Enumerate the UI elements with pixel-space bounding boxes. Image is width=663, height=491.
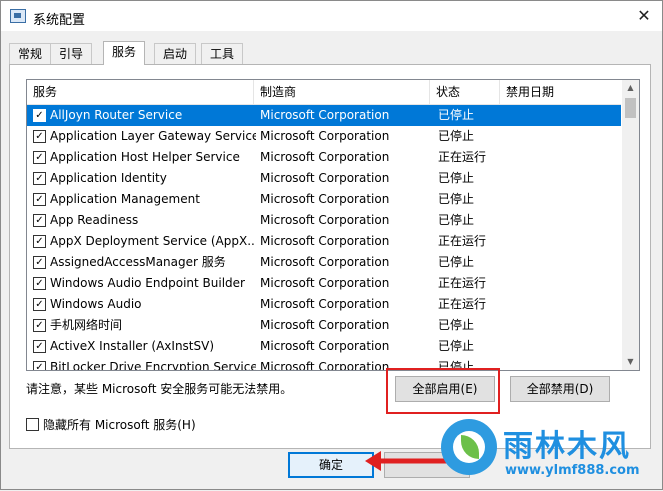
list-item[interactable]: ✓ App Readiness Microsoft Corporation 已停止 <box>27 210 621 231</box>
system-config-icon <box>10 9 26 23</box>
service-checkbox[interactable]: ✓ <box>33 172 46 185</box>
service-manufacturer: Microsoft Corporation <box>260 339 390 353</box>
window-title: 系统配置 <box>33 13 86 28</box>
service-checkbox[interactable]: ✓ <box>33 319 46 332</box>
column-header-service[interactable]: 服务 <box>27 80 254 104</box>
service-status: 已停止 <box>438 108 475 122</box>
service-manufacturer: Microsoft Corporation <box>260 129 390 143</box>
disable-all-button[interactable]: 全部禁用(D) <box>510 376 610 402</box>
service-status: 已停止 <box>438 192 475 206</box>
service-status: 正在运行 <box>438 150 487 164</box>
tab-startup[interactable]: 启动 <box>154 43 197 64</box>
tab-tools[interactable]: 工具 <box>201 43 244 64</box>
watermark: 雨林木风 www.ylmf888.com <box>437 415 663 491</box>
service-name: Windows Audio <box>50 297 142 311</box>
vertical-scrollbar[interactable]: ▲ ▼ <box>622 80 639 370</box>
service-name: BitLocker Drive Encryption Service <box>50 360 256 371</box>
service-status: 已停止 <box>438 171 475 185</box>
list-item[interactable]: ✓ AppX Deployment Service (AppX... Microso… <box>27 231 621 252</box>
hide-ms-checkbox[interactable] <box>26 418 39 431</box>
scroll-down-icon[interactable]: ▼ <box>622 354 639 370</box>
list-item[interactable]: ✓ BitLocker Drive Encryption Service Micro… <box>27 357 621 371</box>
list-item[interactable]: ✓ 手机网络时间 Microsoft Corporation 已停止 <box>27 315 621 336</box>
title-bar[interactable]: 系统配置 ✕ <box>1 1 662 31</box>
service-name: AppX Deployment Service (AppX... <box>50 234 256 248</box>
list-body: ✓ AllJoyn Router Service Microsoft Corpora… <box>27 105 621 371</box>
list-item[interactable]: ✓ Application Layer Gateway Service Micros… <box>27 126 621 147</box>
service-status: 已停止 <box>438 255 475 269</box>
service-checkbox[interactable]: ✓ <box>33 340 46 353</box>
ok-button[interactable]: 确定 <box>288 452 374 478</box>
service-manufacturer: Microsoft Corporation <box>260 276 390 290</box>
service-status: 正在运行 <box>438 276 487 290</box>
leaf-logo-icon <box>441 419 497 475</box>
watermark-title: 雨林木风 <box>503 429 631 464</box>
hide-ms-label: 隐藏所有 Microsoft 服务(H) <box>43 418 196 432</box>
service-name: Application Management <box>50 192 200 206</box>
service-manufacturer: Microsoft Corporation <box>260 213 390 227</box>
scroll-up-icon[interactable]: ▲ <box>622 80 639 96</box>
tab-services[interactable]: 服务 <box>103 41 146 65</box>
scroll-thumb[interactable] <box>625 98 636 118</box>
service-checkbox[interactable]: ✓ <box>33 256 46 269</box>
service-status: 已停止 <box>438 129 475 143</box>
service-manufacturer: Microsoft Corporation <box>260 108 390 122</box>
service-status: 正在运行 <box>438 234 487 248</box>
service-status: 正在运行 <box>438 297 487 311</box>
service-name: App Readiness <box>50 213 139 227</box>
service-checkbox[interactable]: ✓ <box>33 193 46 206</box>
service-status: 已停止 <box>438 339 475 353</box>
list-item[interactable]: ✓ Windows Audio Endpoint Builder Microsoft… <box>27 273 621 294</box>
service-name: Application Host Helper Service <box>50 150 240 164</box>
service-checkbox[interactable]: ✓ <box>33 109 46 122</box>
list-header: 服务 制造商 状态 禁用日期 <box>27 80 621 105</box>
list-item[interactable]: ✓ AllJoyn Router Service Microsoft Corpora… <box>27 105 621 126</box>
list-item[interactable]: ✓ ActiveX Installer (AxInstSV) Microsoft C… <box>27 336 621 357</box>
highlight-box <box>386 368 500 414</box>
tab-general[interactable]: 常规 <box>9 43 52 64</box>
service-checkbox[interactable]: ✓ <box>33 130 46 143</box>
service-manufacturer: Microsoft Corporation <box>260 192 390 206</box>
column-header-disabled-date[interactable]: 禁用日期 <box>500 80 621 104</box>
service-checkbox[interactable]: ✓ <box>33 151 46 164</box>
service-name: ActiveX Installer (AxInstSV) <box>50 339 215 353</box>
service-checkbox[interactable]: ✓ <box>33 361 46 370</box>
service-manufacturer: Microsoft Corporation <box>260 255 390 269</box>
list-item[interactable]: ✓ Application Host Helper Service Microsof… <box>27 147 621 168</box>
security-note: 请注意，某些 Microsoft 安全服务可能无法禁用。 <box>26 382 293 396</box>
tab-boot[interactable]: 引导 <box>50 43 93 64</box>
service-manufacturer: Microsoft Corporation <box>260 150 390 164</box>
service-name: Windows Audio Endpoint Builder <box>50 276 245 290</box>
close-button[interactable]: ✕ <box>632 5 656 27</box>
services-list[interactable]: 服务 制造商 状态 禁用日期 ✓ AllJoyn Router Service Mi… <box>26 79 640 371</box>
service-manufacturer: Microsoft Corporation <box>260 171 390 185</box>
service-name: Application Layer Gateway Service <box>50 129 256 143</box>
column-header-status[interactable]: 状态 <box>430 80 500 104</box>
services-panel: 服务 制造商 状态 禁用日期 ✓ AllJoyn Router Service Mi… <box>9 64 651 449</box>
watermark-url: www.ylmf888.com <box>505 463 640 478</box>
service-status: 已停止 <box>438 318 475 332</box>
service-name: 手机网络时间 <box>50 318 123 332</box>
service-status: 已停止 <box>438 213 475 227</box>
list-item[interactable]: ✓ AssignedAccessManager 服务 Microsoft Corpo… <box>27 252 621 273</box>
system-config-window: 系统配置 ✕ 常规 引导 服务 启动 工具 服务 制造商 状态 禁用日期 ✓ Al… <box>0 0 663 490</box>
service-checkbox[interactable]: ✓ <box>33 277 46 290</box>
service-name: AssignedAccessManager 服务 <box>50 255 226 269</box>
service-checkbox[interactable]: ✓ <box>33 298 46 311</box>
tab-strip: 常规 引导 服务 启动 工具 <box>9 41 649 65</box>
service-checkbox[interactable]: ✓ <box>33 235 46 248</box>
list-item[interactable]: ✓ Application Identity Microsoft Corporati… <box>27 168 621 189</box>
column-header-manufacturer[interactable]: 制造商 <box>254 80 430 104</box>
list-item[interactable]: ✓ Windows Audio Microsoft Corporation 正在运行 <box>27 294 621 315</box>
service-checkbox[interactable]: ✓ <box>33 214 46 227</box>
service-name: AllJoyn Router Service <box>50 108 183 122</box>
service-name: Application Identity <box>50 171 167 185</box>
service-manufacturer: Microsoft Corporation <box>260 234 390 248</box>
service-manufacturer: Microsoft Corporation <box>260 318 390 332</box>
service-manufacturer: Microsoft Corporation <box>260 297 390 311</box>
list-item[interactable]: ✓ Application Management Microsoft Corpora… <box>27 189 621 210</box>
